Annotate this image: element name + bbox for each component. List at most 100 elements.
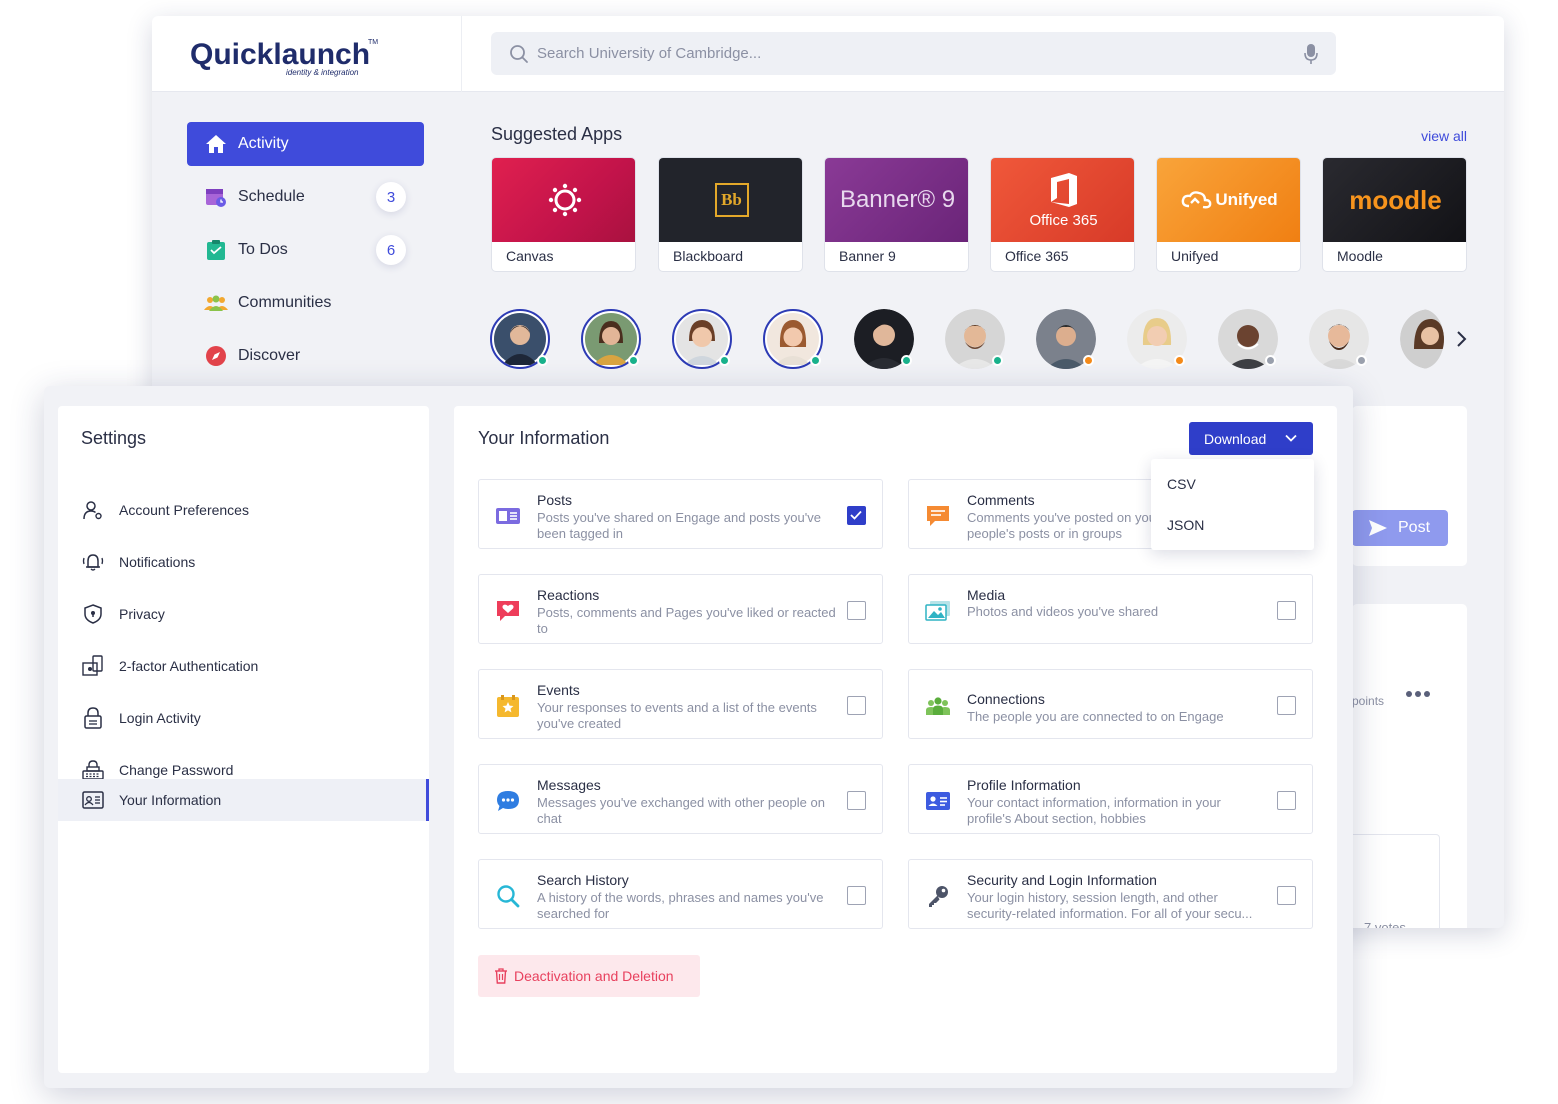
app-thumbnail: Banner® 9 [825, 158, 968, 242]
poll-card: points 7 votes [1352, 604, 1467, 928]
download-option-csv[interactable]: CSV [1167, 476, 1196, 492]
card-title: Media [967, 587, 1006, 603]
download-button[interactable]: Download [1189, 422, 1313, 455]
data-card-reactions[interactable]: Reactions Posts, comments and Pages you'… [478, 574, 883, 644]
card-description: Posts you've shared on Engage and posts … [537, 510, 821, 541]
banner-logo-text: Banner® 9 [839, 186, 956, 213]
person-avatar[interactable] [763, 309, 823, 369]
offline-status-indicator [1265, 355, 1276, 366]
card-description: Your contact information, information in… [967, 795, 1221, 826]
security-login-checkbox[interactable] [1277, 886, 1296, 905]
person-avatar[interactable] [1400, 309, 1444, 369]
post-button[interactable]: Post [1352, 510, 1448, 546]
person-avatar[interactable] [490, 309, 550, 369]
online-status-indicator [901, 355, 912, 366]
card-description: Photos and videos you've shared [967, 604, 1159, 619]
card-title: Events [537, 682, 580, 698]
settings-item-privacy[interactable]: Privacy [58, 593, 429, 635]
data-card-connections[interactable]: Connections The people you are connected… [908, 669, 1313, 739]
svg-text:TM: TM [368, 39, 378, 46]
nav-item-discover[interactable]: Discover [187, 334, 424, 378]
posts-checkbox[interactable] [847, 506, 866, 525]
checkmark-icon [850, 510, 862, 520]
connections-checkbox[interactable] [1277, 696, 1296, 715]
settings-item-login-activity[interactable]: Login Activity [58, 697, 429, 739]
event-icon [495, 693, 521, 719]
data-card-posts[interactable]: Posts Posts you've shared on Engage and … [478, 479, 883, 549]
person-avatar[interactable] [1127, 309, 1187, 369]
nav-item-communities[interactable]: Communities [187, 281, 424, 325]
nav-label: To Dos [238, 241, 288, 258]
your-information-title: Your Information [478, 428, 610, 448]
top-bar: Quicklaunch TM identity & integration [152, 16, 1504, 92]
card-title: Connections [967, 691, 1045, 707]
online-status-indicator [537, 355, 548, 366]
more-options-icon[interactable] [1405, 690, 1431, 698]
settings-item-notifications[interactable]: Notifications [58, 541, 429, 583]
card-title: Security and Login Information [967, 872, 1157, 888]
profile-information-checkbox[interactable] [1277, 791, 1296, 810]
user-gear-icon [82, 499, 104, 521]
comment-icon [925, 503, 951, 529]
app-card-moodle[interactable]: moodle Moodle [1322, 157, 1467, 272]
app-card-blackboard[interactable]: Bb Blackboard [658, 157, 803, 272]
settings-item-label: 2-factor Authentication [119, 658, 259, 674]
settings-item-label: Change Password [119, 762, 234, 778]
search-input[interactable] [537, 32, 1257, 75]
settings-item-your-information[interactable]: Your Information [58, 779, 429, 821]
person-avatar[interactable] [672, 309, 732, 369]
card-description: Your responses to events and a list of t… [537, 700, 817, 731]
unifyed-logo-text: Unifyed [1215, 190, 1278, 209]
profile-card-icon [925, 788, 951, 814]
messages-checkbox[interactable] [847, 791, 866, 810]
data-card-profile-information[interactable]: Profile Information Your contact informa… [908, 764, 1313, 834]
settings-item-label: Notifications [119, 554, 196, 570]
download-format-menu: CSV JSON [1151, 459, 1314, 550]
events-checkbox[interactable] [847, 696, 866, 715]
person-avatar[interactable] [1036, 309, 1096, 369]
microphone-icon[interactable] [1304, 43, 1318, 65]
card-title: Posts [537, 492, 573, 508]
app-card-unifyed[interactable]: Unifyed Unifyed [1156, 157, 1301, 272]
post-label: Post [1398, 519, 1431, 536]
settings-item-account-preferences[interactable]: Account Preferences [58, 489, 429, 531]
search-icon [495, 883, 521, 909]
data-card-search-history[interactable]: Search History A history of the words, p… [478, 859, 883, 929]
person-avatar[interactable] [581, 309, 641, 369]
data-card-messages[interactable]: Messages Messages you've exchanged with … [478, 764, 883, 834]
app-card-banner9[interactable]: Banner® 9 Banner 9 [824, 157, 969, 272]
deactivation-deletion-button[interactable]: Deactivation and Deletion [478, 955, 700, 997]
app-card-canvas[interactable]: Canvas [491, 157, 636, 272]
chevron-right-icon[interactable] [1454, 330, 1468, 348]
data-card-security-login[interactable]: Security and Login Information Your logi… [908, 859, 1313, 929]
card-description: Your login history, session length, and … [967, 890, 1253, 921]
lock-icon [82, 707, 104, 729]
nav-item-activity[interactable]: Activity [187, 122, 424, 166]
media-checkbox[interactable] [1277, 601, 1296, 620]
away-status-indicator [1083, 355, 1094, 366]
person-avatar[interactable] [1218, 309, 1278, 369]
office-logo-icon [1050, 172, 1077, 207]
nav-label: Activity [238, 135, 289, 152]
card-title: Profile Information [967, 777, 1081, 793]
reactions-checkbox[interactable] [847, 601, 866, 620]
person-avatar[interactable] [854, 309, 914, 369]
nav-label: Schedule [238, 188, 305, 205]
unifyed-logo-icon [1182, 191, 1212, 209]
settings-item-2fa[interactable]: 2-factor Authentication [58, 645, 429, 687]
app-card-office365[interactable]: Office 365 Office 365 [990, 157, 1135, 272]
quicklaunch-logo[interactable]: Quicklaunch TM identity & integration [190, 32, 390, 78]
home-icon [204, 132, 228, 156]
person-avatar[interactable] [945, 309, 1005, 369]
app-name: Blackboard [673, 248, 744, 264]
clipboard-icon [204, 238, 228, 262]
data-card-events[interactable]: Events Your responses to events and a li… [478, 669, 883, 739]
data-card-media[interactable]: Media Photos and videos you've shared [908, 574, 1313, 644]
download-option-json[interactable]: JSON [1167, 517, 1204, 533]
view-all-link[interactable]: view all [1421, 128, 1467, 144]
search-history-checkbox[interactable] [847, 886, 866, 905]
offline-status-indicator [1356, 355, 1367, 366]
search-bar[interactable] [491, 32, 1336, 75]
people-icon [204, 291, 228, 315]
person-avatar[interactable] [1309, 309, 1369, 369]
